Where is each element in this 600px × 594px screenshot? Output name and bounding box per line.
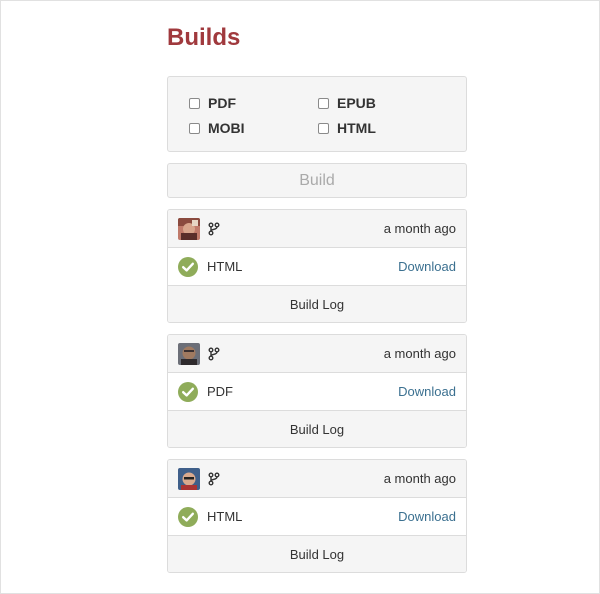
- build-card: a month ago PDF Download Build Log: [167, 334, 467, 448]
- branch-icon: [208, 472, 220, 486]
- build-log-button[interactable]: Build Log: [168, 286, 466, 322]
- format-option-html[interactable]: HTML: [318, 118, 376, 138]
- success-check-icon: [178, 381, 198, 402]
- build-format: HTML: [207, 259, 243, 274]
- html-checkbox[interactable]: [318, 122, 329, 134]
- build-log-button[interactable]: Build Log: [168, 536, 466, 572]
- page-title: Builds: [167, 24, 241, 51]
- build-format: HTML: [207, 509, 243, 524]
- format-option-pdf[interactable]: PDF: [189, 93, 236, 113]
- build-card-header: a month ago: [168, 335, 466, 373]
- user-avatar-icon[interactable]: [178, 467, 200, 490]
- build-card: a month ago HTML Download Build Log: [167, 209, 467, 323]
- mobi-checkbox[interactable]: [189, 122, 200, 134]
- format-option-mobi[interactable]: MOBI: [189, 118, 245, 138]
- success-check-icon: [178, 506, 198, 527]
- builds-panel: Builds PDF EPUB MOBI HTML Build a month …: [167, 22, 467, 573]
- format-option-epub[interactable]: EPUB: [318, 93, 376, 113]
- user-avatar-icon[interactable]: [178, 217, 200, 240]
- build-card-result: PDF Download: [168, 373, 466, 411]
- build-card: a month ago HTML Download Build Log: [167, 459, 467, 573]
- success-check-icon: [178, 256, 198, 277]
- format-selector: PDF EPUB MOBI HTML: [167, 76, 467, 152]
- format-label: EPUB: [337, 95, 376, 111]
- build-time: a month ago: [383, 221, 456, 236]
- download-link[interactable]: Download: [398, 509, 456, 524]
- pdf-checkbox[interactable]: [189, 97, 200, 109]
- build-card-header: a month ago: [168, 210, 466, 248]
- branch-icon: [208, 222, 220, 236]
- format-label: MOBI: [208, 120, 245, 136]
- format-label: PDF: [208, 95, 236, 111]
- download-link[interactable]: Download: [398, 384, 456, 399]
- download-link[interactable]: Download: [398, 259, 456, 274]
- format-label: HTML: [337, 120, 376, 136]
- build-card-result: HTML Download: [168, 248, 466, 286]
- build-format: PDF: [207, 384, 233, 399]
- build-card-result: HTML Download: [168, 498, 466, 536]
- build-time: a month ago: [383, 471, 456, 486]
- epub-checkbox[interactable]: [318, 97, 329, 109]
- branch-icon: [208, 347, 220, 361]
- build-button[interactable]: Build: [167, 163, 467, 198]
- build-time: a month ago: [383, 346, 456, 361]
- build-card-header: a month ago: [168, 460, 466, 498]
- user-avatar-icon[interactable]: [178, 342, 200, 365]
- build-log-button[interactable]: Build Log: [168, 411, 466, 447]
